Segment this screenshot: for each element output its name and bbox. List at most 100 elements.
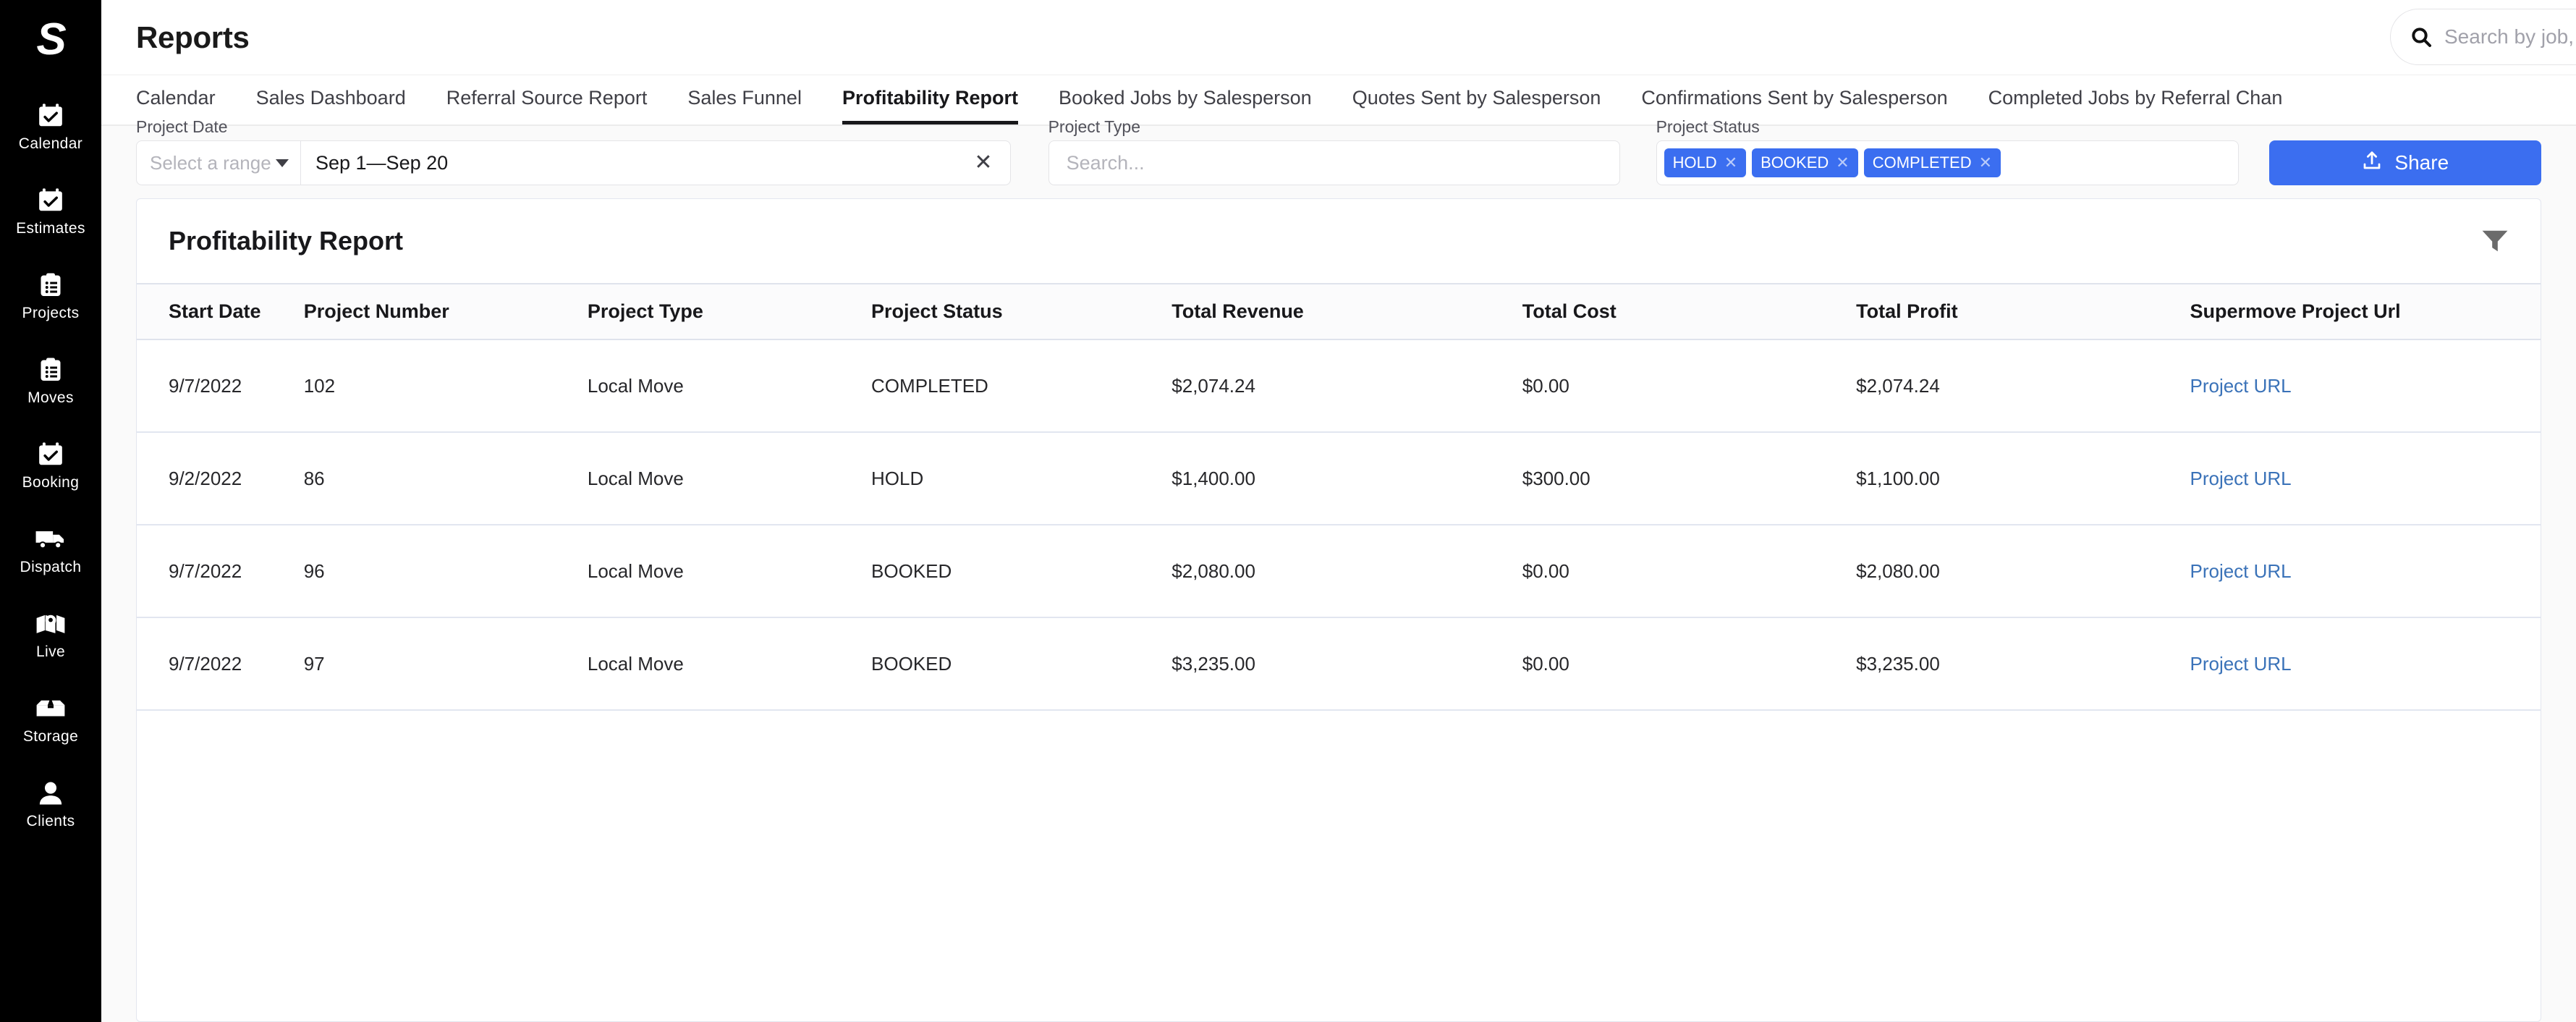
cell-total-cost: $0.00 — [1522, 525, 1857, 618]
report-card-area: Profitability Report Start Date Project … — [101, 198, 2576, 1022]
cell-total-revenue: $2,074.24 — [1172, 339, 1522, 433]
cell-total-profit: $1,100.00 — [1856, 432, 2190, 525]
sidebar-item-label: Estimates — [16, 220, 85, 237]
column-header-start-date[interactable]: Start Date — [137, 284, 304, 340]
sidebar-item-clients[interactable]: Clients — [0, 772, 101, 840]
clipboard-list-icon — [34, 271, 67, 300]
cell-total-cost: $300.00 — [1522, 432, 1857, 525]
column-header-project-status[interactable]: Project Status — [871, 284, 1172, 340]
status-chip-hold[interactable]: HOLD ✕ — [1664, 148, 1747, 177]
tab-completed-jobs-by-referral-channel[interactable]: Completed Jobs by Referral Chan — [1988, 75, 2283, 124]
date-range-placeholder: Select a range — [150, 151, 271, 174]
clear-date-icon[interactable]: ✕ — [974, 152, 992, 174]
tab-sales-dashboard[interactable]: Sales Dashboard — [256, 75, 406, 124]
table-row[interactable]: 9/7/2022 96 Local Move BOOKED $2,080.00 … — [137, 525, 2541, 618]
tab-sales-funnel[interactable]: Sales Funnel — [687, 75, 802, 124]
cell-project-status: HOLD — [871, 432, 1172, 525]
table-row[interactable]: 9/7/2022 97 Local Move BOOKED $3,235.00 … — [137, 617, 2541, 711]
calendar-check-icon — [34, 440, 67, 469]
project-date-label: Project Date — [136, 117, 228, 136]
funnel-icon[interactable] — [2481, 229, 2509, 253]
table-row[interactable]: 9/7/2022 102 Local Move COMPLETED $2,074… — [137, 339, 2541, 433]
tab-profitability-report[interactable]: Profitability Report — [842, 75, 1018, 124]
column-header-total-revenue[interactable]: Total Revenue — [1172, 284, 1522, 340]
project-url-link[interactable]: Project URL — [2190, 468, 2291, 489]
cell-project-number: 102 — [303, 339, 588, 433]
sidebar-item-label: Moves — [27, 389, 74, 406]
sidebar-item-label: Projects — [22, 305, 80, 321]
report-tabs: Calendar Sales Dashboard Referral Source… — [101, 75, 2576, 126]
search-input[interactable] — [2444, 25, 2576, 48]
cell-project-number: 86 — [303, 432, 588, 525]
sidebar-item-storage[interactable]: Storage — [0, 687, 101, 756]
cell-total-cost: $0.00 — [1522, 617, 1857, 711]
status-chip-label: BOOKED — [1761, 153, 1829, 172]
cell-total-revenue: $1,400.00 — [1172, 432, 1522, 525]
main-content: Reports Calendar Sales Dashboard Referra… — [101, 0, 2576, 1022]
status-chip-booked[interactable]: BOOKED ✕ — [1752, 148, 1858, 177]
cell-total-cost: $0.00 — [1522, 339, 1857, 433]
column-header-supermove-project-url[interactable]: Supermove Project Url — [2190, 284, 2541, 340]
cell-project-status: COMPLETED — [871, 339, 1172, 433]
global-search[interactable] — [2390, 9, 2576, 65]
column-header-total-profit[interactable]: Total Profit — [1856, 284, 2190, 340]
table-body: 9/7/2022 102 Local Move COMPLETED $2,074… — [137, 339, 2541, 711]
project-url-link[interactable]: Project URL — [2190, 375, 2291, 397]
project-status-filter: Project Status HOLD ✕ BOOKED ✕ COMPLETED… — [1656, 117, 2239, 185]
sidebar-item-calendar[interactable]: Calendar — [0, 94, 101, 163]
sidebar-item-moves[interactable]: Moves — [0, 348, 101, 417]
brand-logo[interactable]: S — [36, 17, 66, 62]
project-status-chips[interactable]: HOLD ✕ BOOKED ✕ COMPLETED ✕ — [1656, 140, 2239, 185]
calendar-check-icon — [34, 186, 67, 215]
remove-chip-icon[interactable]: ✕ — [1724, 155, 1737, 171]
cell-project-type: Local Move — [587, 339, 872, 433]
cell-project-status: BOOKED — [871, 617, 1172, 711]
table-row[interactable]: 9/2/2022 86 Local Move HOLD $1,400.00 $3… — [137, 432, 2541, 525]
cell-start-date: 9/7/2022 — [137, 525, 304, 618]
column-header-total-cost[interactable]: Total Cost — [1522, 284, 1857, 340]
cell-project-type: Local Move — [587, 525, 872, 618]
tab-referral-source-report[interactable]: Referral Source Report — [446, 75, 648, 124]
project-type-input[interactable] — [1066, 151, 1602, 174]
project-type-input-box[interactable] — [1048, 140, 1620, 185]
cell-project-status: BOOKED — [871, 525, 1172, 618]
truck-icon — [34, 525, 67, 554]
date-value-box[interactable]: Sep 1—Sep 20 ✕ — [301, 140, 1011, 185]
status-chip-label: HOLD — [1672, 153, 1717, 172]
remove-chip-icon[interactable]: ✕ — [1836, 155, 1849, 171]
project-status-label: Project Status — [1656, 117, 1760, 136]
project-url-link[interactable]: Project URL — [2190, 653, 2291, 675]
remove-chip-icon[interactable]: ✕ — [1979, 155, 1992, 171]
status-chip-completed[interactable]: COMPLETED ✕ — [1863, 148, 2001, 177]
cell-start-date: 9/7/2022 — [137, 617, 304, 711]
cell-total-profit: $3,235.00 — [1856, 617, 2190, 711]
column-header-project-type[interactable]: Project Type — [587, 284, 872, 340]
calendar-check-icon — [34, 101, 67, 130]
sidebar-item-projects[interactable]: Projects — [0, 263, 101, 332]
cell-project-number: 97 — [303, 617, 588, 711]
status-chip-label: COMPLETED — [1872, 153, 1972, 172]
sidebar-item-booking[interactable]: Booking — [0, 433, 101, 502]
cell-project-url: Project URL — [2190, 432, 2541, 525]
date-range-value: Sep 1—Sep 20 — [315, 151, 449, 174]
project-date-filter: Project Date Select a range Sep 1—Sep 20… — [136, 117, 1011, 185]
sidebar-item-dispatch[interactable]: Dispatch — [0, 518, 101, 586]
page-title: Reports — [136, 20, 250, 54]
share-button[interactable]: Share — [2268, 140, 2541, 185]
sidebar-item-estimates[interactable]: Estimates — [0, 179, 101, 248]
clipboard-list-icon — [34, 355, 67, 384]
chevron-down-icon — [276, 159, 289, 167]
sidebar: S Calendar Estimates Projects Moves Book… — [0, 0, 101, 1022]
column-header-project-number[interactable]: Project Number — [303, 284, 588, 340]
project-type-label: Project Type — [1048, 117, 1140, 136]
filter-bar: Project Date Select a range Sep 1—Sep 20… — [101, 117, 2576, 198]
sidebar-item-live[interactable]: Live — [0, 602, 101, 671]
tab-quotes-sent-by-salesperson[interactable]: Quotes Sent by Salesperson — [1352, 75, 1601, 124]
date-range-select[interactable]: Select a range — [136, 140, 301, 185]
cell-project-url: Project URL — [2190, 339, 2541, 433]
project-url-link[interactable]: Project URL — [2190, 560, 2291, 582]
cell-project-number: 96 — [303, 525, 588, 618]
top-bar: Reports — [101, 0, 2576, 75]
cell-total-profit: $2,080.00 — [1856, 525, 2190, 618]
sidebar-item-label: Live — [35, 643, 66, 660]
